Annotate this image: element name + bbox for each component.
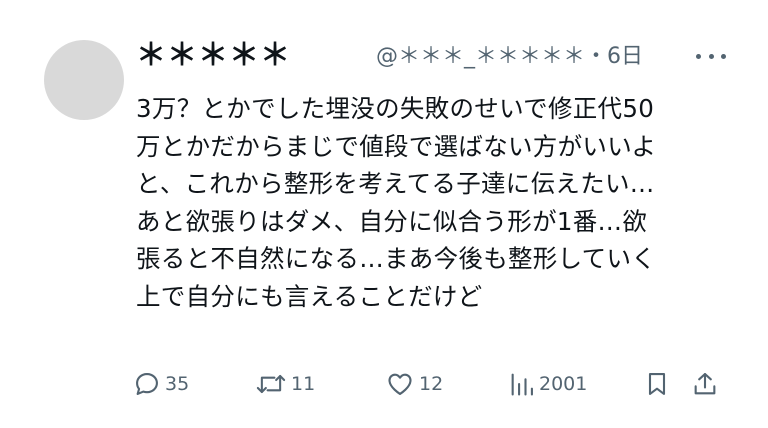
like-icon: [388, 373, 412, 395]
avatar[interactable]: [44, 40, 124, 120]
reply-count: 35: [165, 373, 190, 395]
post-text: 3万？とかでした埋没の失敗のせいで修正代50 万とかだからまじで値段で選ばない方…: [136, 94, 657, 311]
like-button[interactable]: 12: [385, 366, 443, 402]
like-count: 12: [419, 373, 444, 395]
display-name[interactable]: ＊＊＊＊＊: [136, 38, 291, 74]
bookmark-icon: [648, 373, 666, 395]
views-button[interactable]: 2001: [509, 366, 587, 402]
more-icon[interactable]: [696, 44, 726, 68]
repost-count: 11: [291, 373, 316, 395]
action-bar: 35 11 12 2001: [133, 366, 723, 402]
meta-separator: ・: [585, 44, 608, 69]
reply-button[interactable]: 35: [133, 366, 189, 402]
post-header: ＊＊＊＊＊ @＊＊＊_＊＊＊＊＊・6日: [136, 36, 726, 76]
repost-button[interactable]: 11: [255, 366, 315, 402]
bookmark-button[interactable]: [643, 366, 671, 402]
share-icon: [694, 373, 716, 395]
post-meta: @＊＊＊_＊＊＊＊＊・6日: [376, 44, 643, 70]
views-icon: [511, 373, 533, 396]
repost-icon: [256, 374, 286, 394]
reply-icon: [136, 373, 158, 395]
share-button[interactable]: [691, 366, 719, 402]
timestamp[interactable]: 6日: [607, 44, 643, 69]
handle[interactable]: @＊＊＊_＊＊＊＊＊: [376, 44, 585, 69]
views-count: 2001: [539, 373, 588, 395]
